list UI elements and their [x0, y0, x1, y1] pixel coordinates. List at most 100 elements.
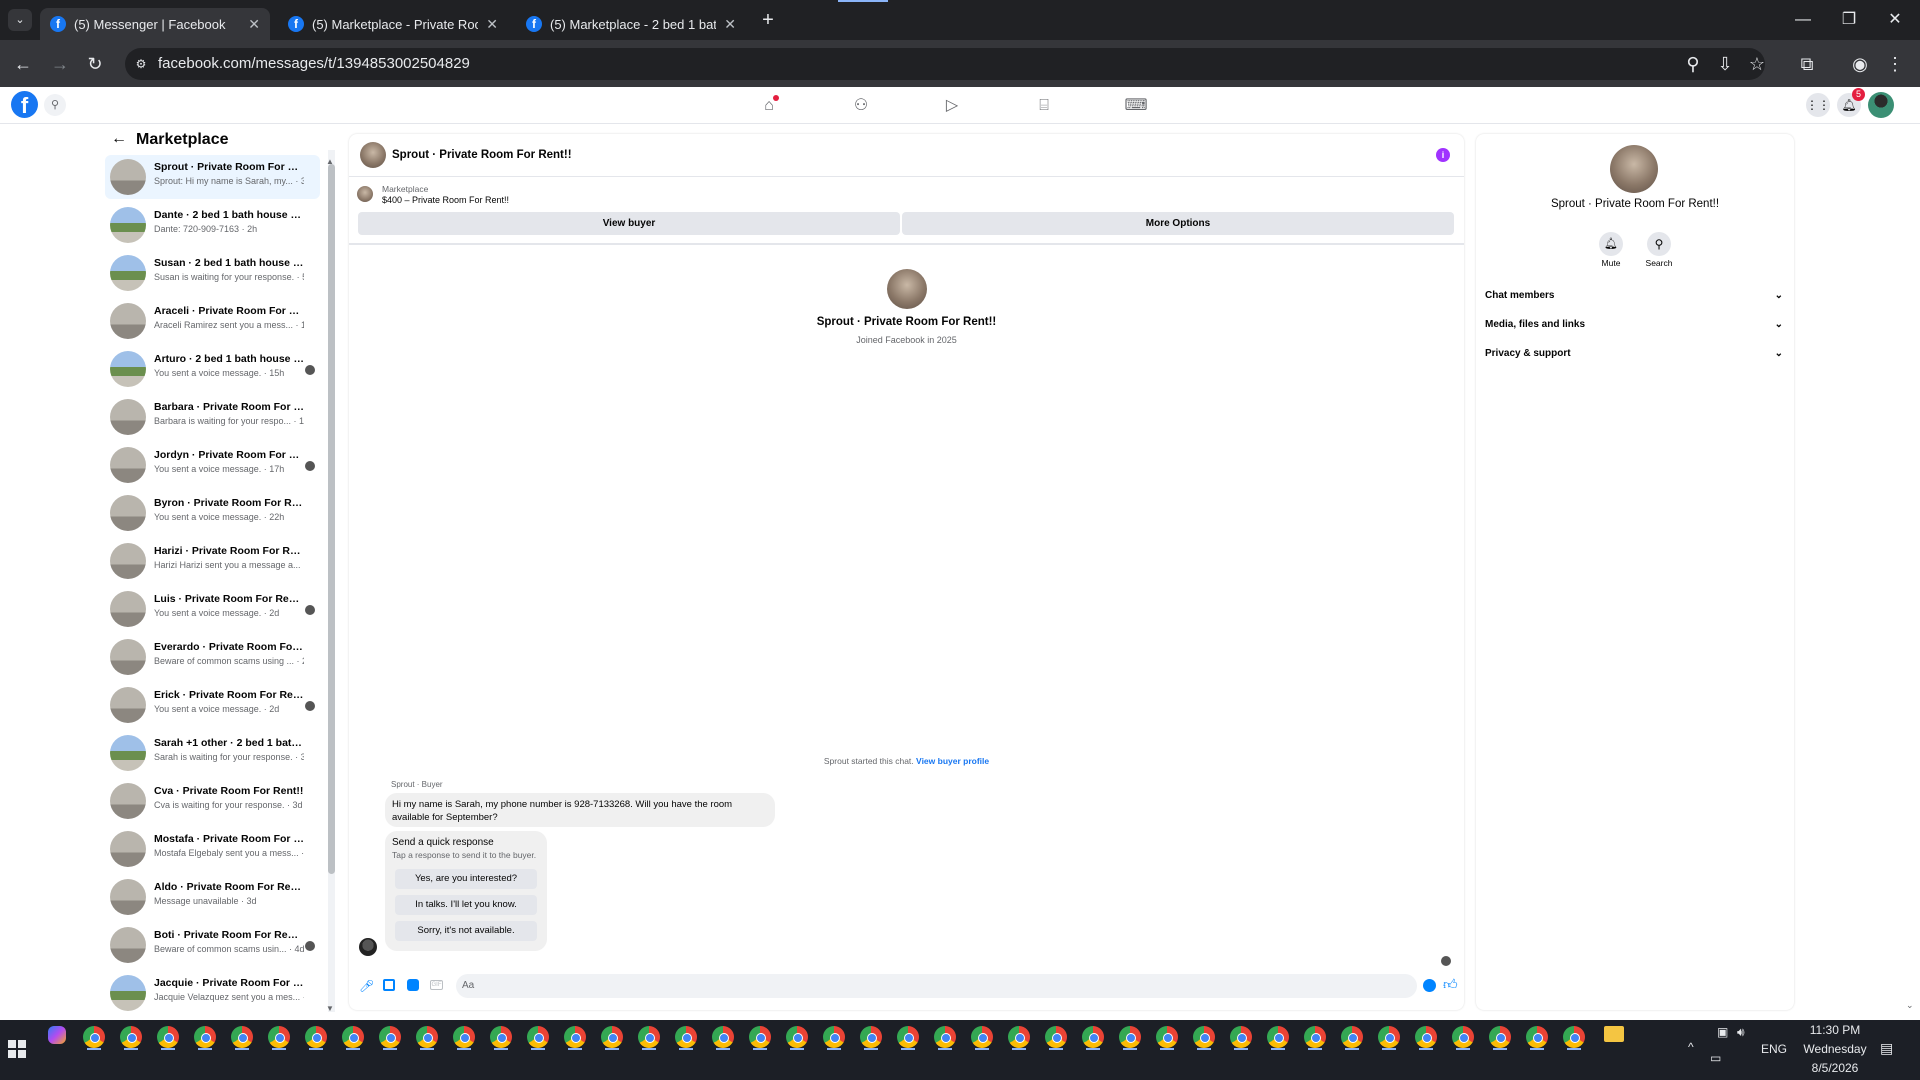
- section-chat-members[interactable]: Chat members ⌄: [1485, 290, 1785, 306]
- clock-day[interactable]: Wednesday: [1795, 1042, 1875, 1056]
- url-text[interactable]: facebook.com/messages/t/1394853002504829: [158, 54, 470, 74]
- chat-title[interactable]: Sprout · Private Room For Rent!!: [392, 149, 572, 161]
- conversation-item[interactable]: Cva · Private Room For Rent!! Cva is wait…: [105, 779, 320, 823]
- chrome-taskbar-icon[interactable]: [823, 1026, 845, 1048]
- chrome-taskbar-icon[interactable]: [1489, 1026, 1511, 1048]
- conversation-item[interactable]: Sarah +1 other · 2 bed 1 bath h... Sarah …: [105, 731, 320, 775]
- notification-center-icon[interactable]: ▤: [1880, 1040, 1893, 1057]
- quick-reply-in-talks[interactable]: In talks. I'll let you know.: [395, 895, 537, 915]
- more-options-button[interactable]: More Options: [902, 212, 1454, 235]
- chrome-taskbar-icon[interactable]: [1045, 1026, 1067, 1048]
- tab-close-icon[interactable]: ✕: [486, 16, 498, 33]
- close-window-button[interactable]: ✕: [1872, 8, 1918, 32]
- quick-reply-interested[interactable]: Yes, are you interested?: [395, 869, 537, 889]
- chrome-taskbar-icon[interactable]: [490, 1026, 512, 1048]
- chrome-taskbar-icon[interactable]: [1526, 1026, 1548, 1048]
- minimize-button[interactable]: —: [1780, 8, 1826, 32]
- copilot-icon[interactable]: [48, 1026, 66, 1044]
- chrome-taskbar-icon[interactable]: [1156, 1026, 1178, 1048]
- scroll-up-icon[interactable]: ▲: [326, 157, 334, 166]
- conversation-item[interactable]: Byron · Private Room For Rent!! You sent …: [105, 491, 320, 535]
- chrome-taskbar-icon[interactable]: [157, 1026, 179, 1048]
- chrome-taskbar-icon[interactable]: [453, 1026, 475, 1048]
- chrome-taskbar-icon[interactable]: [1415, 1026, 1437, 1048]
- friends-icon[interactable]: ⚇: [849, 95, 873, 117]
- chrome-taskbar-icon[interactable]: [1082, 1026, 1104, 1048]
- tab-marketplace-house[interactable]: f (5) Marketplace - 2 bed 1 bath ✕: [516, 8, 746, 40]
- gaming-icon[interactable]: ⌨: [1124, 95, 1148, 117]
- conversation-item[interactable]: Araceli · Private Room For Rent!! Araceli…: [105, 299, 320, 343]
- chrome-taskbar-icon[interactable]: [194, 1026, 216, 1048]
- photo-icon[interactable]: [383, 979, 395, 991]
- install-app-icon[interactable]: ⇩: [1713, 52, 1737, 76]
- conversation-item[interactable]: Jordyn · Private Room For Re... You sent …: [105, 443, 320, 487]
- page-scroll-down-icon[interactable]: ⌄: [1906, 1000, 1914, 1011]
- emoji-icon[interactable]: [1423, 979, 1436, 992]
- like-thumbs-up-icon[interactable]: 👍︎: [1443, 976, 1458, 993]
- chat-avatar[interactable]: [360, 142, 386, 168]
- new-tab-button[interactable]: +: [756, 8, 780, 32]
- message-input[interactable]: Aa: [456, 974, 1417, 998]
- chrome-taskbar-icon[interactable]: [305, 1026, 327, 1048]
- tab-marketplace-room[interactable]: f (5) Marketplace - Private Room ✕: [278, 8, 508, 40]
- conversation-item[interactable]: Erick · Private Room For Rent!! You sent …: [105, 683, 320, 727]
- chrome-taskbar-icon[interactable]: [268, 1026, 290, 1048]
- back-icon[interactable]: ←: [11, 52, 35, 76]
- tab-search-icon[interactable]: ⌄: [8, 9, 32, 31]
- section-media-files-links[interactable]: Media, files and links ⌄: [1485, 319, 1785, 335]
- listing-title[interactable]: $400 – Private Room For Rent!!: [382, 195, 509, 205]
- info-icon[interactable]: i: [1436, 148, 1450, 162]
- chrome-taskbar-icon[interactable]: [601, 1026, 623, 1048]
- view-buyer-profile-link[interactable]: View buyer profile: [916, 756, 989, 766]
- chrome-taskbar-icon[interactable]: [749, 1026, 771, 1048]
- quick-reply-not-available[interactable]: Sorry, it's not available.: [395, 921, 537, 941]
- language-indicator[interactable]: ENG: [1761, 1042, 1787, 1056]
- sticker-icon[interactable]: [407, 979, 419, 991]
- chrome-taskbar-icon[interactable]: [971, 1026, 993, 1048]
- chrome-taskbar-icon[interactable]: [342, 1026, 364, 1048]
- clock-date[interactable]: 8/5/2026: [1795, 1061, 1875, 1075]
- menu-grid-icon[interactable]: ⋮⋮: [1806, 93, 1830, 117]
- search-icon[interactable]: ⚲: [44, 94, 66, 116]
- chrome-taskbar-icon[interactable]: [1119, 1026, 1141, 1048]
- back-arrow-icon[interactable]: ←: [111, 130, 127, 148]
- show-hidden-icons[interactable]: ^: [1688, 1040, 1694, 1054]
- chrome-taskbar-icon[interactable]: [564, 1026, 586, 1048]
- volume-icon[interactable]: 🔊︎: [1737, 1025, 1745, 1040]
- chrome-taskbar-icon[interactable]: [527, 1026, 549, 1048]
- conversation-item[interactable]: Arturo · 2 bed 1 bath house f... You sent…: [105, 347, 320, 391]
- voice-clip-icon[interactable]: 🎤︎: [359, 979, 374, 993]
- clock-time[interactable]: 11:30 PM: [1795, 1023, 1875, 1037]
- chrome-taskbar-icon[interactable]: [416, 1026, 438, 1048]
- facebook-logo-icon[interactable]: f: [11, 91, 38, 118]
- marketplace-icon[interactable]: ⌸: [1032, 95, 1056, 117]
- bookmark-star-icon[interactable]: ☆: [1745, 52, 1769, 76]
- chrome-taskbar-icon[interactable]: [786, 1026, 808, 1048]
- scrollbar-thumb[interactable]: [328, 164, 335, 874]
- chrome-taskbar-icon[interactable]: [83, 1026, 105, 1048]
- chrome-taskbar-icon[interactable]: [897, 1026, 919, 1048]
- conversation-item[interactable]: Barbara · Private Room For Ren... Barbara…: [105, 395, 320, 439]
- network-icon[interactable]: ▭: [1710, 1051, 1721, 1065]
- gif-icon[interactable]: GIF: [430, 980, 443, 990]
- meet-now-icon[interactable]: ▣: [1717, 1025, 1728, 1039]
- chrome-taskbar-icon[interactable]: [379, 1026, 401, 1048]
- conversation-item[interactable]: Sprout · Private Room For Rent!! Sprout: …: [105, 155, 320, 199]
- profile-icon[interactable]: ◉: [1848, 52, 1872, 76]
- scroll-down-icon[interactable]: ▼: [326, 1004, 334, 1013]
- conversation-item[interactable]: Dante · 2 bed 1 bath house for ... Dante:…: [105, 203, 320, 247]
- site-info-icon[interactable]: ⚙: [133, 56, 149, 72]
- chrome-taskbar-icon[interactable]: [1341, 1026, 1363, 1048]
- conversation-item[interactable]: Susan · 2 bed 1 bath house for ... Susan …: [105, 251, 320, 295]
- video-icon[interactable]: ▷: [940, 95, 964, 117]
- tab-messenger[interactable]: f (5) Messenger | Facebook ✕: [40, 8, 270, 40]
- conversation-item[interactable]: Harizi · Private Room For Rent!! Harizi H…: [105, 539, 320, 583]
- chrome-taskbar-icon[interactable]: [1193, 1026, 1215, 1048]
- chrome-taskbar-icon[interactable]: [120, 1026, 142, 1048]
- conversation-item[interactable]: Boti · Private Room For Rent!! Beware of …: [105, 923, 320, 967]
- tab-close-icon[interactable]: ✕: [724, 16, 736, 33]
- details-avatar[interactable]: [1610, 145, 1658, 193]
- conversation-item[interactable]: Mostafa · Private Room For Re... Mostafa …: [105, 827, 320, 871]
- conversation-item[interactable]: Everardo · Private Room For Re... Beware …: [105, 635, 320, 679]
- chrome-taskbar-icon[interactable]: [1008, 1026, 1030, 1048]
